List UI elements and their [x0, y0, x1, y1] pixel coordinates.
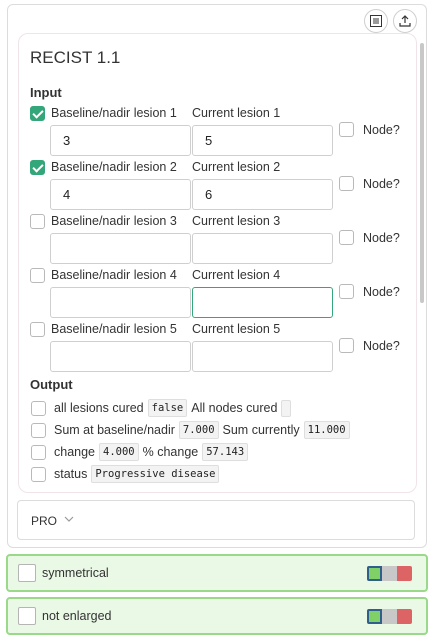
baseline-label-4: Baseline/nadir lesion 4	[51, 268, 177, 282]
all-lesions-cured-value: false	[147, 399, 188, 417]
all-nodes-cured-label: All nodes cured	[191, 401, 278, 415]
current-input-1[interactable]: 5	[192, 125, 333, 156]
status-label: status	[54, 467, 88, 481]
baseline-input-1[interactable]: 3	[50, 125, 191, 156]
change-value: 4.000	[99, 443, 139, 461]
node-label-5: Node?	[363, 339, 400, 353]
sum-baseline-label: Sum at baseline/nadir	[54, 423, 175, 437]
table-settings-icon	[370, 15, 382, 27]
symmetrical-row[interactable]: symmetrical	[6, 554, 428, 592]
sum-checkbox[interactable]	[31, 422, 46, 438]
change-checkbox[interactable]	[31, 444, 46, 460]
current-input-5[interactable]	[192, 341, 333, 372]
current-input-2[interactable]: 6	[192, 179, 333, 210]
upload-button[interactable]	[393, 9, 417, 33]
sum-baseline-value: 7.000	[178, 421, 219, 439]
baseline-label-2: Baseline/nadir lesion 2	[51, 160, 177, 174]
output-row-sums: Sum at baseline/nadir 7.000 Sum currentl…	[31, 421, 350, 439]
node-checkbox-2[interactable]	[339, 176, 354, 191]
current-label-2: Current lesion 2	[192, 160, 281, 174]
node-label-2: Node?	[363, 177, 400, 191]
pct-change-value: 57.143	[202, 443, 249, 461]
lesion-5-checkbox[interactable]	[30, 322, 45, 337]
output-row-status: status Progressive disease	[31, 465, 220, 483]
state-green-button[interactable]	[367, 609, 382, 624]
current-label-5: Current lesion 5	[192, 322, 281, 336]
change-label: change	[54, 445, 96, 459]
tri-state-toggle[interactable]	[367, 566, 412, 581]
status-value: Progressive disease	[91, 465, 220, 483]
symmetrical-label: symmetrical	[42, 566, 109, 580]
table-settings-button[interactable]	[364, 9, 388, 33]
baseline-label-1: Baseline/nadir lesion 1	[51, 106, 177, 120]
state-red-button[interactable]	[397, 566, 412, 581]
baseline-input-4[interactable]	[50, 287, 191, 318]
upload-icon	[399, 15, 411, 27]
current-input-3[interactable]	[192, 233, 333, 264]
state-gray-button[interactable]	[382, 609, 397, 624]
pro-select-label: PRO	[31, 514, 58, 528]
node-label-4: Node?	[363, 285, 400, 299]
output-heading: Output	[30, 377, 73, 392]
node-checkbox-4[interactable]	[339, 284, 354, 299]
recist-card: RECIST 1.1 Input Baseline/nadir lesion 1…	[18, 33, 417, 493]
all-lesions-cured-checkbox[interactable]	[31, 400, 46, 416]
output-row-cured: all lesions cured false All nodes cured	[31, 399, 292, 417]
lesion-3-checkbox[interactable]	[30, 214, 45, 229]
symmetrical-checkbox[interactable]	[18, 564, 36, 582]
baseline-label-5: Baseline/nadir lesion 5	[51, 322, 177, 336]
not-enlarged-checkbox[interactable]	[18, 607, 36, 625]
current-label-4: Current lesion 4	[192, 268, 281, 282]
input-heading: Input	[30, 85, 62, 100]
page-title: RECIST 1.1	[30, 48, 121, 67]
output-row-change: change 4.000 % change 57.143	[31, 443, 249, 461]
node-checkbox-3[interactable]	[339, 230, 354, 245]
sum-current-label: Sum currently	[222, 423, 300, 437]
node-label-1: Node?	[363, 123, 400, 137]
lesion-1-checkbox[interactable]	[30, 106, 45, 121]
node-checkbox-1[interactable]	[339, 122, 354, 137]
pct-change-label: % change	[142, 445, 199, 459]
sum-current-value: 11.000	[303, 421, 350, 439]
scrollbar[interactable]	[420, 43, 424, 303]
not-enlarged-row[interactable]: not enlarged	[6, 597, 428, 635]
baseline-input-2[interactable]: 4	[50, 179, 191, 210]
lesion-4-checkbox[interactable]	[30, 268, 45, 283]
lesion-2-checkbox[interactable]	[30, 160, 45, 175]
tri-state-toggle[interactable]	[367, 609, 412, 624]
state-gray-button[interactable]	[382, 566, 397, 581]
node-checkbox-5[interactable]	[339, 338, 354, 353]
current-label-3: Current lesion 3	[192, 214, 281, 228]
state-green-button[interactable]	[367, 566, 382, 581]
status-checkbox[interactable]	[31, 466, 46, 482]
state-red-button[interactable]	[397, 609, 412, 624]
baseline-label-3: Baseline/nadir lesion 3	[51, 214, 177, 228]
baseline-input-3[interactable]	[50, 233, 191, 264]
recist-panel: RECIST 1.1 Input Baseline/nadir lesion 1…	[7, 4, 427, 548]
chevron-down-icon	[64, 516, 74, 522]
baseline-input-5[interactable]	[50, 341, 191, 372]
pro-select[interactable]: PRO	[17, 500, 415, 540]
not-enlarged-label: not enlarged	[42, 609, 112, 623]
all-nodes-cured-value	[281, 399, 292, 417]
all-lesions-cured-label: all lesions cured	[54, 401, 144, 415]
current-input-4[interactable]	[192, 287, 333, 318]
node-label-3: Node?	[363, 231, 400, 245]
current-label-1: Current lesion 1	[192, 106, 281, 120]
